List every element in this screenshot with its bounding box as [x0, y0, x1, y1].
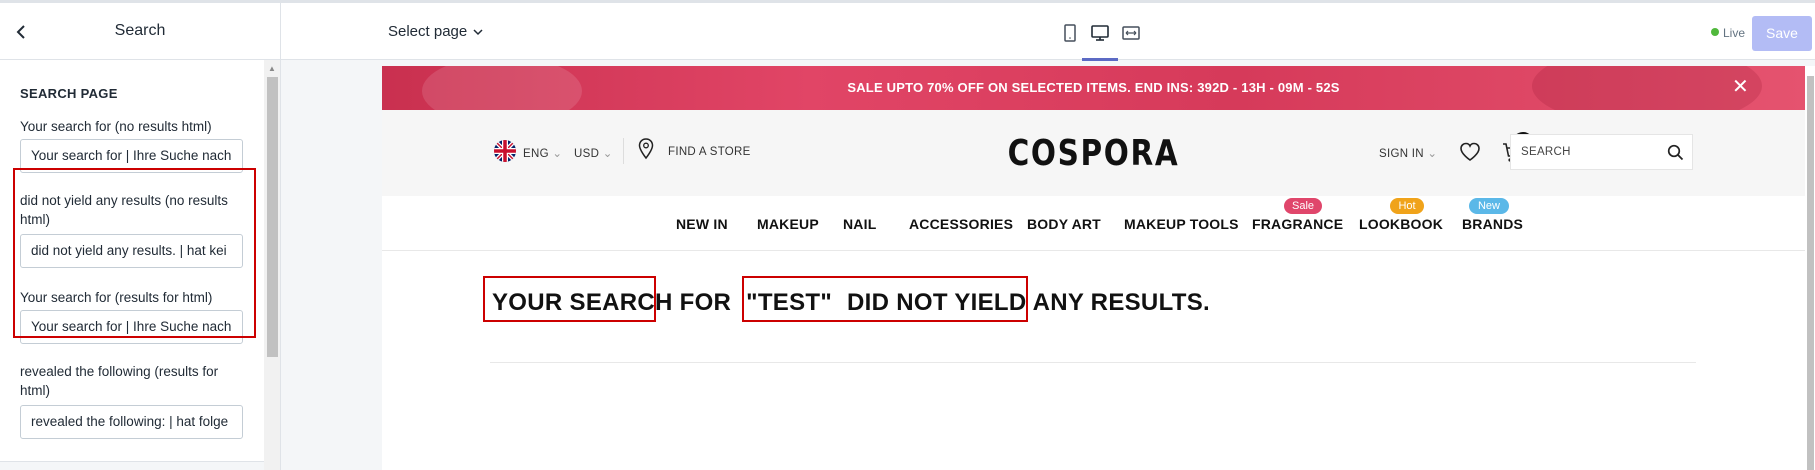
- store-preview: SALE UPTO 70% OFF ON SELECTED ITEMS. END…: [382, 66, 1805, 470]
- sidebar-scroll-thumb[interactable]: [267, 77, 278, 357]
- annotation-highlight-search-for: [483, 276, 656, 322]
- nav-item-new-in[interactable]: NEW IN: [676, 216, 728, 232]
- sidebar-footer-divider: [0, 461, 264, 470]
- sidebar-header: Search: [0, 3, 281, 60]
- promo-banner: SALE UPTO 70% OFF ON SELECTED ITEMS. END…: [382, 66, 1805, 126]
- search-placeholder: SEARCH: [1521, 146, 1571, 158]
- nav-item-nail[interactable]: NAIL: [843, 216, 876, 232]
- content-divider: [490, 362, 1696, 363]
- scroll-up-arrow-icon[interactable]: ▲: [268, 64, 276, 73]
- store-header: ENG ⌄ USD ⌄ FIND A STORE COSPORA SIGN IN…: [382, 110, 1805, 196]
- results-revealed-input[interactable]: revealed the following: | hat folge: [20, 405, 243, 439]
- nav-item-fragrance[interactable]: FRAGRANCE: [1252, 216, 1343, 232]
- annotation-highlight-no-results: [742, 276, 1028, 322]
- promo-text: SALE UPTO 70% OFF ON SELECTED ITEMS. END…: [847, 80, 1340, 95]
- sign-in-link[interactable]: SIGN IN ⌄: [1379, 146, 1437, 160]
- search-icon[interactable]: [1667, 144, 1684, 166]
- store-search-input[interactable]: SEARCH: [1510, 134, 1693, 170]
- hot-badge: Hot: [1390, 198, 1424, 214]
- live-dot-icon: [1711, 28, 1719, 36]
- nav-item-makeup[interactable]: MAKEUP: [757, 216, 819, 232]
- nav-item-body-art[interactable]: BODY ART: [1027, 216, 1101, 232]
- back-arrow-icon[interactable]: [10, 21, 32, 43]
- preview-scrollbar[interactable]: [1805, 66, 1815, 470]
- save-button[interactable]: Save: [1752, 16, 1812, 51]
- preview-scroll-thumb[interactable]: [1807, 76, 1814, 470]
- nav-item-accessories[interactable]: ACCESSORIES: [909, 216, 1013, 232]
- close-icon[interactable]: ✕: [1732, 74, 1749, 99]
- select-page-dropdown[interactable]: Select page: [388, 23, 483, 40]
- chevron-down-icon: [473, 25, 483, 39]
- main-navigation: NEW IN MAKEUP NAIL ACCESSORIES BODY ART …: [382, 196, 1805, 251]
- editor-topbar: Search Select page Live Save: [0, 0, 1815, 61]
- live-label: Live: [1723, 26, 1746, 40]
- section-heading: SEARCH PAGE: [20, 86, 118, 101]
- mobile-view-icon[interactable]: [1060, 23, 1080, 43]
- field-label-results-revealed: revealed the following (results for html…: [20, 364, 219, 398]
- live-status: Live: [1711, 26, 1745, 40]
- settings-sidebar: SEARCH PAGE Your search for (no results …: [0, 60, 281, 470]
- heart-icon[interactable]: [1459, 142, 1481, 167]
- sidebar-scrollbar[interactable]: ▲: [264, 60, 280, 470]
- nav-item-brands[interactable]: BRANDS: [1462, 216, 1523, 232]
- new-badge: New: [1469, 198, 1509, 214]
- settings-panel: SEARCH PAGE Your search for (no results …: [0, 60, 264, 470]
- sidebar-title: Search: [114, 22, 166, 39]
- sale-badge: Sale: [1284, 198, 1322, 214]
- field-label-no-results-search-for: Your search for (no results html): [20, 119, 212, 134]
- desktop-view-icon[interactable]: [1082, 23, 1118, 61]
- select-page-label: Select page: [388, 23, 468, 40]
- nav-item-makeup-tools[interactable]: MAKEUP TOOLS: [1124, 216, 1239, 232]
- full-width-view-icon[interactable]: [1121, 23, 1141, 43]
- sign-in-label: SIGN IN: [1379, 148, 1424, 160]
- nav-item-lookbook[interactable]: LOOKBOOK: [1359, 216, 1443, 232]
- chevron-down-icon: ⌄: [1427, 148, 1438, 160]
- annotation-highlight-sidebar: [13, 168, 256, 338]
